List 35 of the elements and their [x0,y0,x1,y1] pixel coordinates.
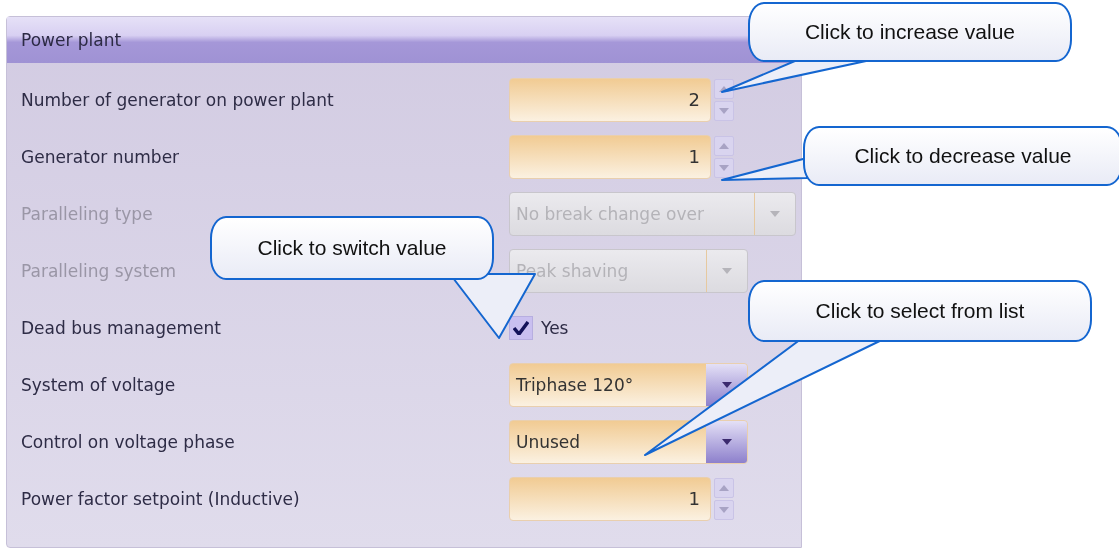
up-arrow-icon [719,142,729,149]
dropdown[interactable]: Triphase 120° [509,362,748,407]
field-label: Paralleling system [20,260,178,281]
decrease-button[interactable] [714,100,734,121]
field-label: Paralleling type [20,203,154,224]
up-arrow-icon [719,484,729,491]
down-arrow-icon [722,438,732,445]
number-field[interactable]: 1 [509,476,711,521]
increase-button[interactable] [714,135,734,156]
down-arrow-icon [722,267,732,274]
checkbox[interactable] [509,315,533,340]
increase-button[interactable] [714,78,734,99]
down-arrow-icon [770,210,780,217]
checkbox-label: Yes [541,317,569,338]
down-arrow-icon [719,506,729,513]
field-label: Control on voltage phase [20,431,236,452]
number-field[interactable]: 2 [509,77,711,122]
callout-bubble: Click to select from list [748,280,1092,342]
field-label: Number of generator on power plant [20,89,335,110]
increase-button[interactable] [714,477,734,498]
field-label: System of voltage [20,374,177,395]
field-label: Power factor setpoint (Inductive) [20,488,301,509]
down-arrow-icon [719,107,729,114]
down-arrow-icon [722,381,732,388]
callout-bubble: Click to switch value [210,216,494,280]
dropdown[interactable]: Unused [509,419,748,464]
number-field[interactable]: 1 [509,134,711,179]
callout-bubble: Click to decrease value [803,126,1119,186]
down-arrow-icon [719,164,729,171]
field-label: Generator number [20,146,181,167]
callout-bubble: Click to increase value [748,2,1072,62]
field-label: Dead bus management [20,317,222,338]
decrease-button[interactable] [714,157,734,178]
check-icon [513,320,529,335]
decrease-button[interactable] [714,499,734,520]
